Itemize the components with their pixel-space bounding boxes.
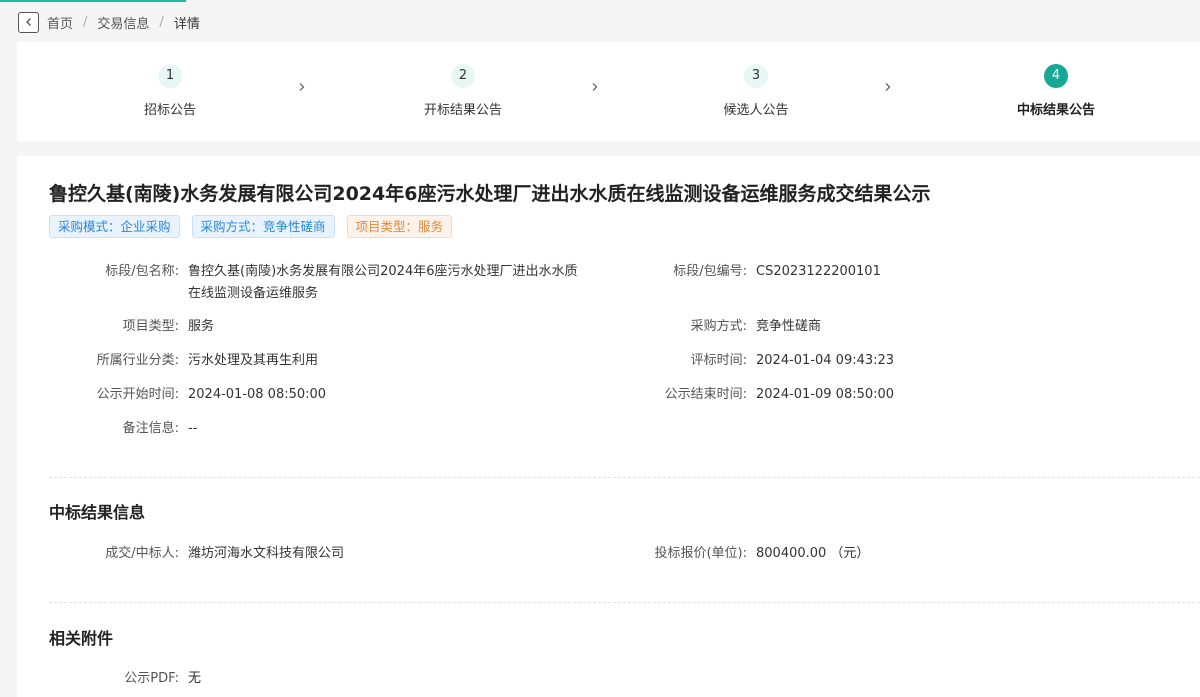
pdf-label: 公示PDF:: [124, 671, 179, 686]
tag-purchase-method: 采购方式：竞争性磋商: [191, 215, 335, 238]
purchase-method-label: 采购方式:: [690, 319, 747, 334]
step-candidate-notice[interactable]: 3 候选人公告: [656, 64, 856, 118]
step-number: 2: [451, 64, 475, 88]
tag-project-type: 项目类型：服务: [346, 215, 453, 238]
remark-value: --: [188, 421, 198, 436]
package-no-label: 标段/包编号:: [673, 264, 747, 279]
field-row: 项目类型: 服务 采购方式: 竞争性磋商: [17, 316, 1200, 338]
field-row: 公示开始时间: 2024-01-08 08:50:00 公示结束时间: 2024…: [17, 384, 1200, 406]
step-label: 候选人公告: [723, 103, 789, 118]
breadcrumb-separator: /: [159, 14, 164, 30]
section-divider: [49, 602, 1200, 603]
step-number: 3: [744, 64, 768, 88]
detail-card: 鲁控久基(南陵)水务发展有限公司2024年6座污水处理厂进出水水质在线监测设备运…: [17, 156, 1200, 697]
field-row: 标段/包名称: 鲁控久基(南陵)水务发展有限公司2024年6座污水处理厂进出水水…: [17, 261, 1200, 307]
field-row: 备注信息: --: [17, 418, 1200, 440]
section-title-attachments: 相关附件: [49, 629, 114, 648]
pdf-value: 无: [188, 671, 202, 686]
breadcrumb-home[interactable]: 首页: [47, 13, 73, 32]
step-bid-opening[interactable]: 2 开标结果公告: [363, 64, 563, 118]
step-tender-notice[interactable]: 1 招标公告: [70, 64, 270, 118]
tag-list: 采购模式：企业采购 采购方式：竞争性磋商 项目类型：服务: [49, 215, 464, 238]
chevron-left-icon: [25, 18, 31, 26]
breadcrumb-current: 详情: [173, 16, 200, 32]
step-label: 招标公告: [143, 103, 196, 118]
section-title-award-result: 中标结果信息: [49, 503, 146, 522]
chevron-right-icon: [883, 82, 893, 92]
loading-progress-bar: [0, 0, 186, 2]
process-steps: 1 招标公告 2 开标结果公告 3 候选人公告 4 中标结果公告: [17, 42, 1200, 141]
back-button[interactable]: [18, 11, 39, 33]
eval-time-label: 评标时间:: [690, 353, 747, 368]
step-label: 开标结果公告: [423, 103, 502, 118]
bid-price-label: 投标报价(单位):: [654, 546, 747, 561]
field-row: 所属行业分类: 污水处理及其再生利用 评标时间: 2024-01-04 09:4…: [17, 350, 1200, 372]
bid-price-value: 800400.00 （元）: [756, 546, 870, 561]
section-divider: [49, 477, 1200, 478]
publish-end-value: 2024-01-09 08:50:00: [756, 387, 895, 402]
field-row: 成交/中标人: 潍坊河海水文科技有限公司 投标报价(单位): 800400.00…: [17, 543, 1200, 565]
step-number: 4: [1044, 64, 1068, 88]
eval-time-value: 2024-01-04 09:43:23: [756, 353, 895, 368]
breadcrumb: 首页 / 交易信息 / 详情: [18, 11, 200, 33]
package-name-line: 在线监测设备运维服务: [188, 286, 319, 301]
chevron-right-icon: [590, 82, 600, 92]
remark-label: 备注信息:: [122, 421, 179, 436]
publish-end-label: 公示结束时间:: [664, 387, 747, 402]
tag-purchase-mode: 采购模式：企业采购: [49, 215, 180, 238]
purchase-method-value: 竞争性磋商: [756, 319, 822, 334]
breadcrumb-trade-info[interactable]: 交易信息: [97, 13, 149, 32]
step-label: 中标结果公告: [1016, 103, 1095, 118]
step-award-result[interactable]: 4 中标结果公告: [956, 64, 1156, 118]
breadcrumb-separator: /: [83, 14, 88, 30]
chevron-right-icon: [297, 82, 307, 92]
page-title: 鲁控久基(南陵)水务发展有限公司2024年6座污水处理厂进出水水质在线监测设备运…: [49, 183, 931, 205]
package-no-value: CS2023122200101: [756, 264, 881, 279]
step-number: 1: [158, 64, 182, 88]
field-row: 公示PDF: 无: [17, 668, 1200, 690]
